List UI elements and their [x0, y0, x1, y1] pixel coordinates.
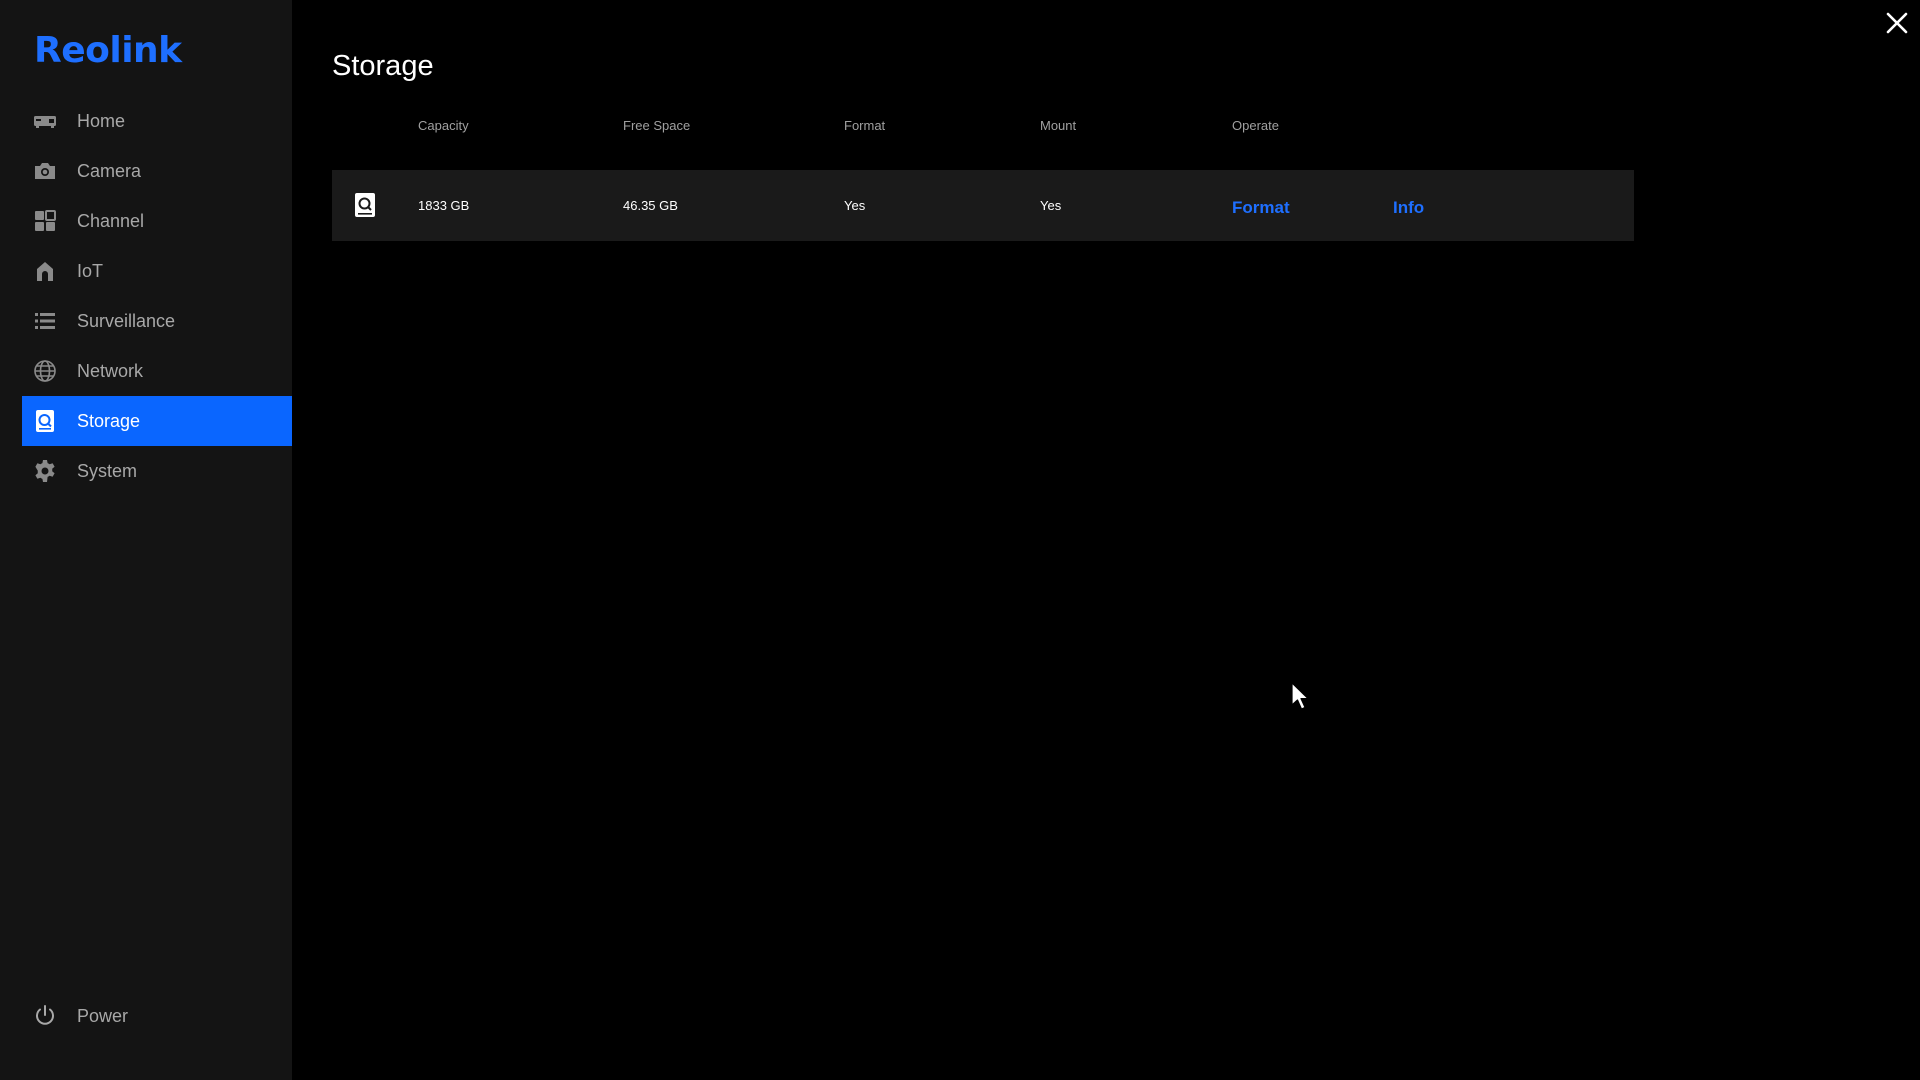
page-title: Storage — [332, 50, 434, 82]
sidebar-item-system[interactable]: System — [22, 446, 292, 496]
power-button[interactable]: Power — [22, 991, 292, 1041]
sidebar-item-channel[interactable]: Channel — [22, 196, 292, 246]
mouse-pointer-icon — [1291, 682, 1311, 712]
column-header-operate: Operate — [1232, 118, 1279, 133]
format-button[interactable]: Format — [1232, 198, 1290, 218]
sidebar-item-storage[interactable]: Storage — [22, 396, 292, 446]
power-icon — [33, 1004, 57, 1028]
sidebar-item-label: Camera — [77, 160, 142, 181]
camera-icon — [33, 159, 57, 183]
iot-home-icon — [33, 259, 57, 283]
table-header: Capacity Free Space Format Mount Operate — [332, 118, 1634, 134]
sidebar-item-label: IoT — [77, 260, 104, 281]
sidebar-item-label: Home — [77, 110, 126, 131]
sidebar-item-surveillance[interactable]: Surveillance — [22, 296, 292, 346]
sidebar: Reolink Home Camera Channel IoT Surveill… — [0, 0, 292, 1080]
globe-icon — [33, 359, 57, 383]
hdd-icon — [33, 409, 57, 433]
sidebar-item-network[interactable]: Network — [22, 346, 292, 396]
hdd-icon — [354, 192, 376, 218]
gear-icon — [33, 459, 57, 483]
nvr-device-icon — [33, 109, 57, 133]
grid-icon — [33, 209, 57, 233]
cell-capacity: 1833 GB — [418, 198, 470, 213]
sidebar-item-label: Storage — [77, 410, 141, 431]
column-header-format: Format — [844, 118, 886, 133]
cell-format: Yes — [844, 198, 866, 213]
cell-free-space: 46.35 GB — [623, 198, 678, 213]
sidebar-item-label: Surveillance — [77, 310, 176, 331]
sidebar-item-label: Channel — [77, 210, 145, 231]
reolink-logo: Reolink — [34, 30, 182, 71]
close-icon[interactable] — [1884, 10, 1910, 36]
cell-mount: Yes — [1040, 198, 1062, 213]
sidebar-item-iot[interactable]: IoT — [22, 246, 292, 296]
column-header-mount: Mount — [1040, 118, 1077, 133]
column-header-free-space: Free Space — [623, 118, 691, 133]
column-header-capacity: Capacity — [418, 118, 469, 133]
sidebar-item-label: System — [77, 460, 138, 481]
list-icon — [33, 309, 57, 333]
sidebar-item-camera[interactable]: Camera — [22, 146, 292, 196]
settings-app: Reolink Home Camera Channel IoT Surveill… — [0, 0, 1920, 1080]
info-button[interactable]: Info — [1393, 198, 1424, 218]
power-label: Power — [77, 1005, 129, 1026]
sidebar-nav: Home Camera Channel IoT Surveillance Net… — [22, 96, 292, 496]
table-row: 1833 GB 46.35 GB Yes Yes Format Info — [332, 170, 1634, 241]
sidebar-item-label: Network — [77, 360, 144, 381]
sidebar-item-home[interactable]: Home — [22, 96, 292, 146]
